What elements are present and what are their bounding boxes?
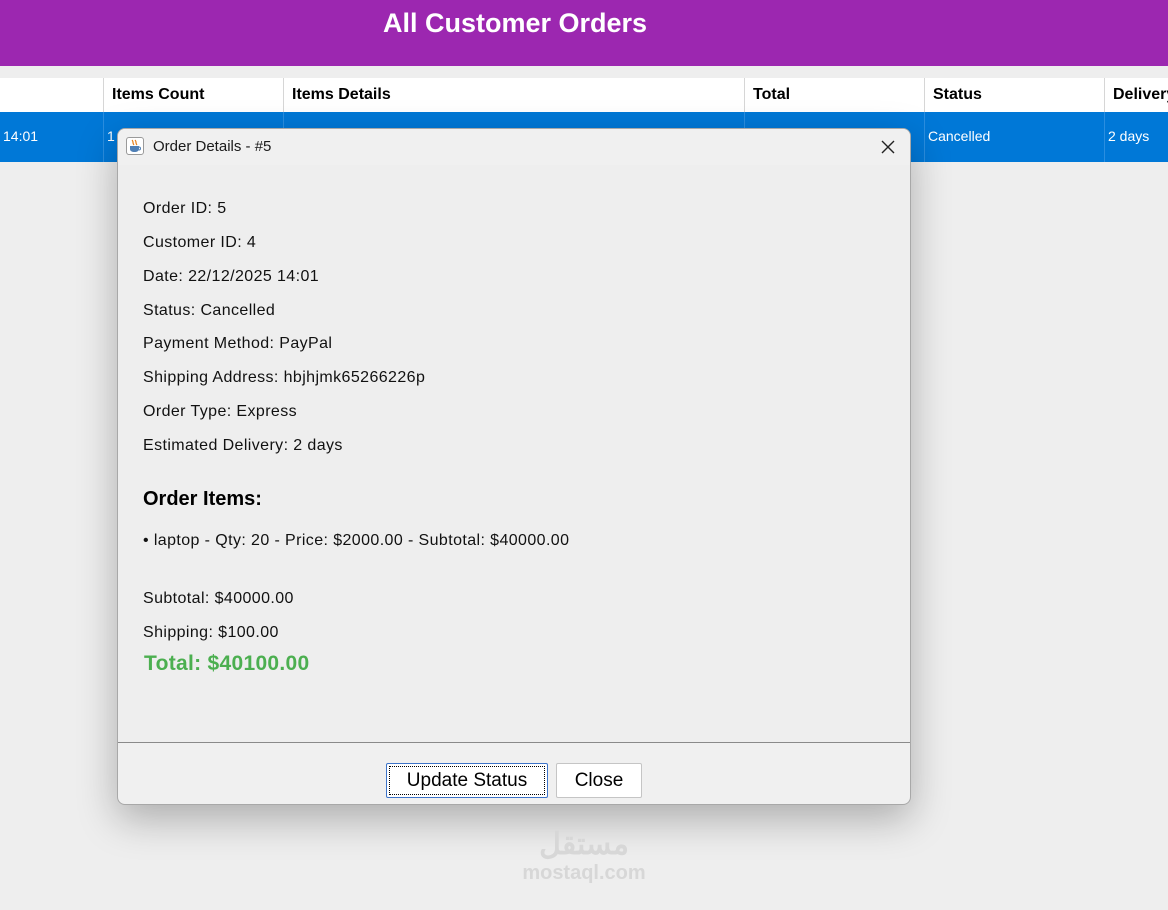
estimated-delivery-label: Estimated Delivery: 2 days (143, 437, 343, 454)
column-header-items-count[interactable]: Items Count (103, 78, 283, 112)
order-details-dialog: Order Details - #5 Order ID: 5 Customer … (117, 128, 911, 805)
column-header-delivery[interactable]: Delivery (1104, 78, 1168, 112)
order-type-label: Order Type: Express (143, 403, 298, 420)
total-label: Total: $40100.00 (144, 652, 310, 675)
dialog-content: Order ID: 5 Customer ID: 4 Date: 22/12/2… (118, 165, 910, 742)
payment-method-label: Payment Method: PayPal (143, 335, 333, 352)
shipping-address-label: Shipping Address: hbjhjmk65266226p (143, 369, 426, 386)
dialog-titlebar[interactable]: Order Details - #5 (118, 129, 910, 165)
watermark-text: mostaql.com (522, 862, 646, 884)
watermark-logo: مستقل (539, 828, 629, 861)
order-id-label: Order ID: 5 (143, 200, 227, 217)
close-button[interactable]: Close (556, 763, 642, 798)
list-item: • laptop - Qty: 20 - Price: $2000.00 - S… (143, 532, 570, 549)
app-header: All Customer Orders (0, 0, 1168, 66)
column-header-items-details[interactable]: Items Details (283, 78, 744, 112)
mostaql-watermark: مستقل mostaql.com (513, 828, 655, 884)
date-label: Date: 22/12/2025 14:01 (143, 268, 320, 285)
table-header: Items Count Items Details Total Status D… (0, 78, 1168, 112)
page-title: All Customer Orders (382, 8, 648, 38)
customer-id-label: Customer ID: 4 (143, 234, 257, 251)
status-label: Status: Cancelled (143, 302, 276, 319)
column-header-status[interactable]: Status (924, 78, 1104, 112)
update-status-button[interactable]: Update Status (386, 763, 548, 798)
shipping-label: Shipping: $100.00 (143, 624, 279, 641)
divider (118, 742, 910, 743)
cell-delivery: 2 days (1104, 112, 1168, 162)
subtotal-label: Subtotal: $40000.00 (143, 590, 294, 607)
cell-status: Cancelled (924, 112, 1104, 162)
close-icon[interactable] (874, 133, 902, 161)
order-items-heading: Order Items: (143, 488, 262, 510)
cell-date: 14:01 (3, 128, 39, 144)
dialog-title: Order Details - #5 (153, 138, 272, 155)
java-cup-icon (126, 137, 144, 155)
column-header-total[interactable]: Total (744, 78, 924, 112)
column-header-date[interactable] (0, 78, 103, 112)
